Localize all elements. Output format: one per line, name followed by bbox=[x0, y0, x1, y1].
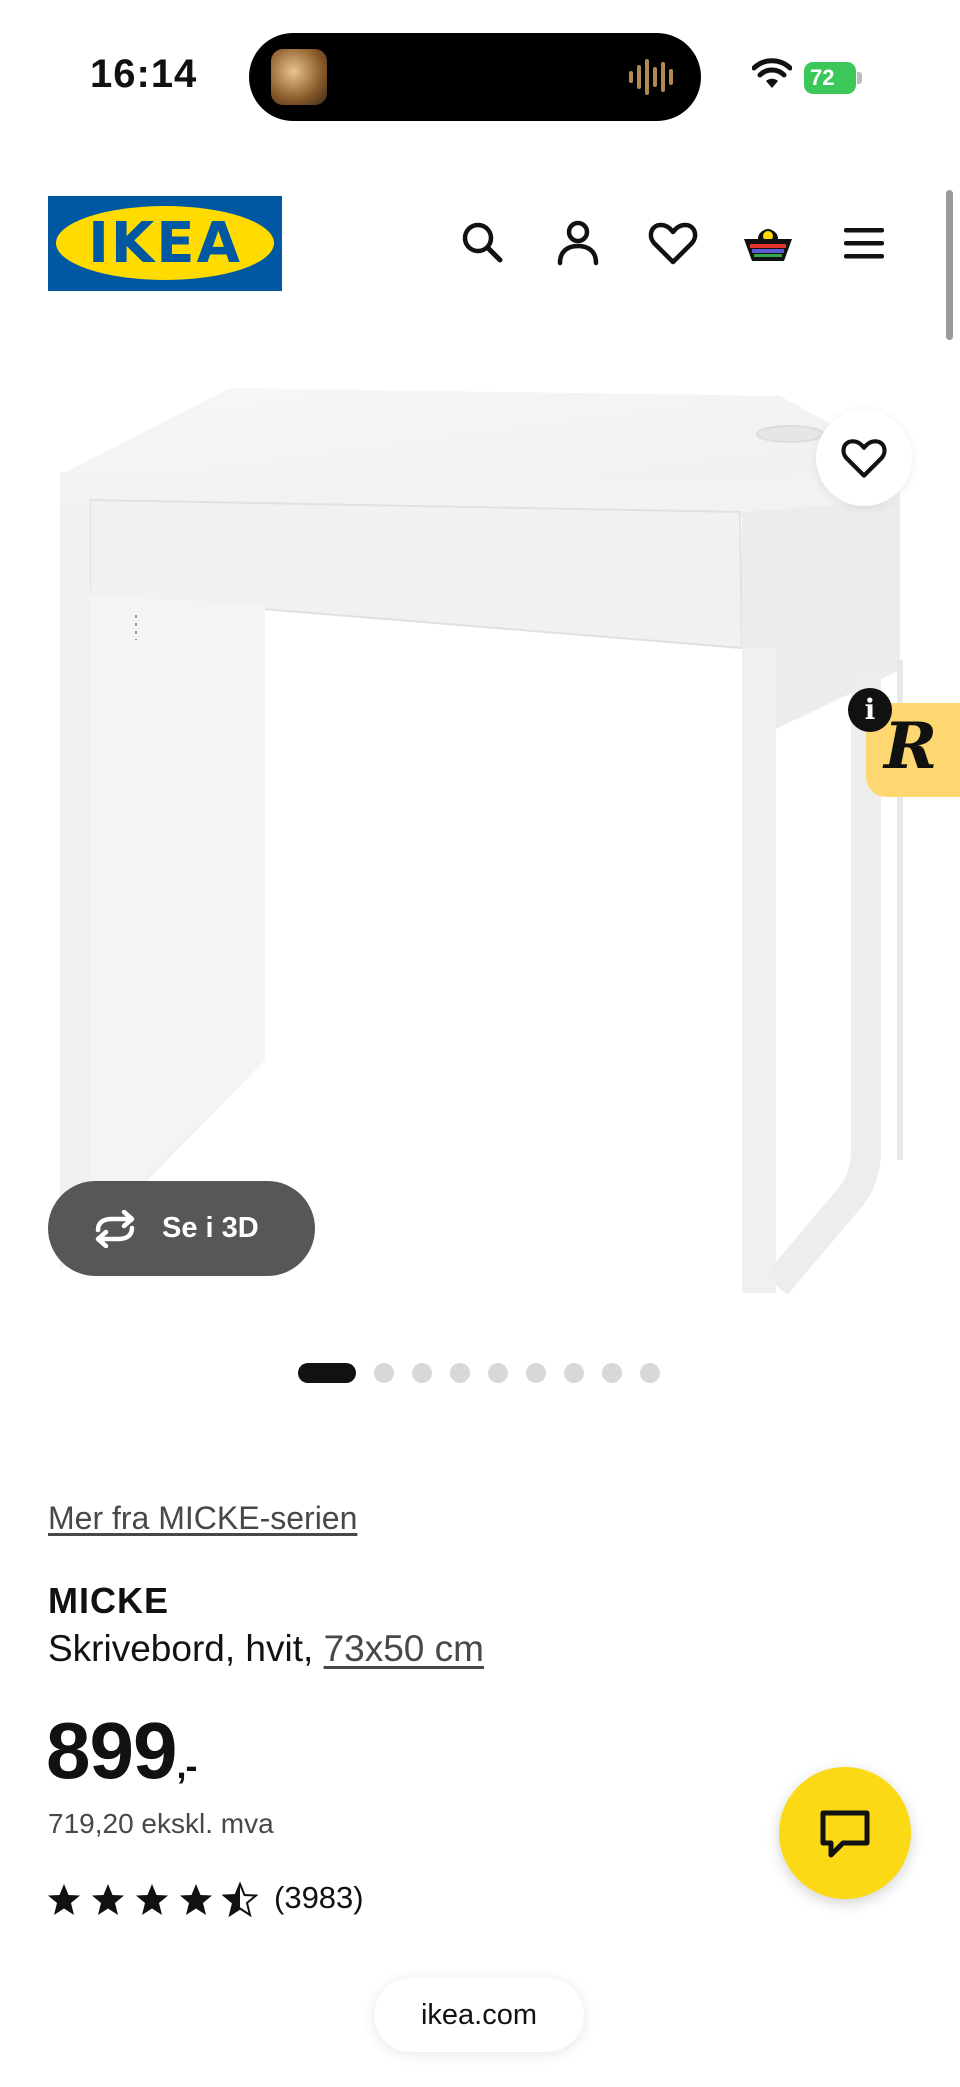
battery-tip bbox=[857, 72, 862, 84]
carousel-dot-3[interactable] bbox=[412, 1363, 432, 1383]
add-to-favourites-button[interactable] bbox=[816, 410, 912, 506]
product-image[interactable] bbox=[40, 370, 920, 1320]
size-link[interactable]: 73x50 cm bbox=[324, 1628, 484, 1669]
status-time: 16:14 bbox=[90, 52, 198, 96]
now-playing-artwork bbox=[271, 49, 327, 105]
carousel-dot-5[interactable] bbox=[488, 1363, 508, 1383]
star-full-icon bbox=[180, 1884, 212, 1915]
rating-stars[interactable] bbox=[46, 1882, 258, 1918]
price-value: 899 bbox=[46, 1706, 177, 1795]
star-full-icon bbox=[92, 1884, 124, 1915]
account-icon[interactable] bbox=[550, 215, 606, 271]
star-half-icon bbox=[222, 1882, 258, 1918]
product-price: 899,- bbox=[46, 1705, 197, 1797]
wifi-icon bbox=[752, 58, 792, 88]
carousel-dot-7[interactable] bbox=[564, 1363, 584, 1383]
chat-icon bbox=[820, 1810, 870, 1858]
series-link[interactable]: Mer fra MICKE-serien bbox=[48, 1500, 357, 1537]
carousel-dot-8[interactable] bbox=[602, 1363, 622, 1383]
star-full-icon bbox=[48, 1884, 80, 1915]
battery-level: 72 bbox=[804, 62, 856, 94]
product-name: MICKE bbox=[48, 1580, 169, 1621]
rotate-3d-icon bbox=[95, 1210, 135, 1248]
chat-button[interactable] bbox=[779, 1767, 911, 1899]
info-icon[interactable]: i bbox=[848, 688, 892, 732]
carousel-dot-1[interactable] bbox=[298, 1363, 356, 1383]
heart-icon bbox=[841, 439, 887, 478]
view-in-3d-button[interactable]: Se i 3D bbox=[48, 1181, 315, 1276]
dynamic-island[interactable] bbox=[249, 33, 701, 121]
heart-icon[interactable] bbox=[645, 215, 701, 271]
view-in-3d-label: Se i 3D bbox=[162, 1212, 259, 1244]
logo-text: IKEA bbox=[88, 211, 242, 276]
price-suffix: ,- bbox=[176, 1745, 197, 1786]
audio-waveform-icon bbox=[629, 59, 673, 95]
product-description: Skrivebord, hvit, 73x50 cm bbox=[48, 1628, 484, 1670]
carousel-dot-9[interactable] bbox=[640, 1363, 660, 1383]
basket-icon[interactable] bbox=[740, 215, 796, 271]
carousel-dot-6[interactable] bbox=[526, 1363, 546, 1383]
star-full-icon bbox=[136, 1884, 168, 1915]
browser-url-bar[interactable]: ikea.com bbox=[374, 1978, 584, 2052]
product-description-text: Skrivebord, hvit, bbox=[48, 1628, 324, 1669]
search-icon[interactable] bbox=[455, 215, 511, 271]
ikea-logo[interactable]: IKEA bbox=[48, 196, 282, 291]
carousel-dot-2[interactable] bbox=[374, 1363, 394, 1383]
review-count[interactable]: (3983) bbox=[274, 1880, 364, 1916]
price-excl-vat: 719,20 ekskl. mva bbox=[48, 1808, 274, 1839]
carousel-dot-4[interactable] bbox=[450, 1363, 470, 1383]
extension-letter: R bbox=[884, 709, 938, 784]
menu-icon[interactable] bbox=[836, 215, 892, 271]
image-carousel-indicator[interactable] bbox=[298, 1362, 660, 1384]
battery-icon: 72 bbox=[804, 62, 862, 94]
page-scrollbar[interactable] bbox=[946, 190, 953, 340]
